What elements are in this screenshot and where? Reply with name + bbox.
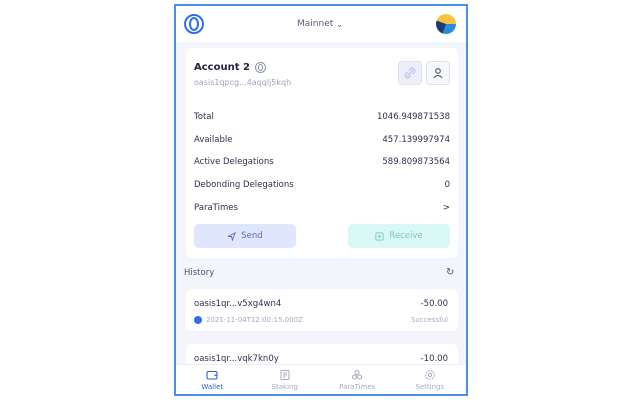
network-label: Mainnet (297, 19, 334, 29)
paratimes-row[interactable]: ParaTimes > (194, 196, 450, 219)
nav-paratimes[interactable]: ParaTimes (327, 369, 387, 391)
balance-row-total: Total 1046.949871538 (194, 106, 450, 129)
account-address[interactable]: oasis1qpcg...4aqqlj5kqh (194, 78, 291, 87)
balance-value: 1046.949871538 (376, 112, 450, 123)
balance-row-debonding-delegations: Debonding Delegations 0 (194, 174, 450, 197)
balance-label: ParaTimes (194, 202, 238, 213)
nav-label: ParaTimes (339, 382, 376, 391)
tx-timestamp: 2021-11-04T12:00:15.000Z (206, 316, 303, 324)
history-title: History (184, 268, 215, 278)
account-card: Account 2 oasis1qpcg...4aqqlj5kqh Total … (186, 48, 458, 258)
tx-time: 2021-11-04T12:00:15.000Z (194, 316, 303, 324)
top-bar: Mainnet ⌄ (176, 6, 466, 42)
balance-value: 0 (444, 180, 450, 191)
receive-icon (375, 231, 384, 241)
refresh-icon[interactable]: ↻ (446, 267, 454, 278)
chevron-down-icon: ⌄ (336, 19, 343, 29)
balance-value: 457.139997974 (382, 134, 450, 145)
account-title: Account 2 (194, 62, 266, 73)
tx-status: Successful (410, 316, 448, 324)
nav-label: Settings (415, 382, 445, 391)
balance-row-active-delegations: Active Delegations 589.809873564 (194, 151, 450, 174)
staking-icon (280, 369, 290, 380)
balance-label: Available (194, 134, 233, 145)
wallet-icon (206, 370, 218, 380)
outgoing-arrow-icon (194, 316, 202, 324)
nav-settings[interactable]: Settings (400, 369, 460, 391)
user-icon (433, 68, 443, 79)
nav-label: Wallet (201, 382, 224, 391)
network-selector[interactable]: Mainnet ⌄ (297, 19, 343, 29)
nav-staking[interactable]: Staking (255, 369, 315, 391)
balance-label: Active Delegations (194, 157, 274, 168)
nav-label: Staking (271, 382, 298, 391)
paratimes-icon (352, 369, 363, 379)
balance-value: 589.809873564 (382, 157, 450, 168)
balance-label: Total (194, 112, 214, 123)
bottom-navigation: Wallet Staking ParaTimes Settings (176, 364, 466, 394)
tx-address: oasis1qr...vqk7kn0y (194, 354, 279, 364)
list-item[interactable]: oasis1qr...v5xg4wn4 -50.00 2021-11-04T12… (186, 289, 458, 331)
tx-address: oasis1qr...v5xg4wn4 (194, 299, 282, 309)
nav-wallet[interactable]: Wallet (182, 369, 242, 391)
receive-label: Receive (389, 231, 423, 241)
link-button[interactable] (398, 61, 422, 85)
oasis-logo-icon[interactable] (184, 14, 204, 34)
oasis-token-icon (254, 62, 266, 73)
settings-icon (424, 369, 435, 380)
contacts-button[interactable] (426, 61, 450, 85)
send-label: Send (241, 231, 263, 241)
wallet-popup: Mainnet ⌄ Account 2 oasis1qpcg...4aqqlj5… (174, 4, 468, 396)
chevron-right-icon: > (442, 202, 450, 213)
send-icon (227, 231, 237, 241)
action-buttons: Send Receive (194, 224, 450, 248)
link-icon (404, 67, 416, 79)
receive-button[interactable]: Receive (348, 224, 450, 248)
balance-row-available: Available 457.139997974 (194, 129, 450, 152)
account-name: Account 2 (194, 62, 250, 73)
send-button[interactable]: Send (194, 224, 296, 248)
tx-amount: -50.00 (420, 299, 448, 309)
tx-amount: -10.00 (420, 354, 448, 364)
balance-list: Total 1046.949871538 Available 457.13999… (194, 106, 450, 219)
account-avatar[interactable] (436, 14, 456, 34)
balance-label: Debonding Delegations (194, 180, 294, 191)
